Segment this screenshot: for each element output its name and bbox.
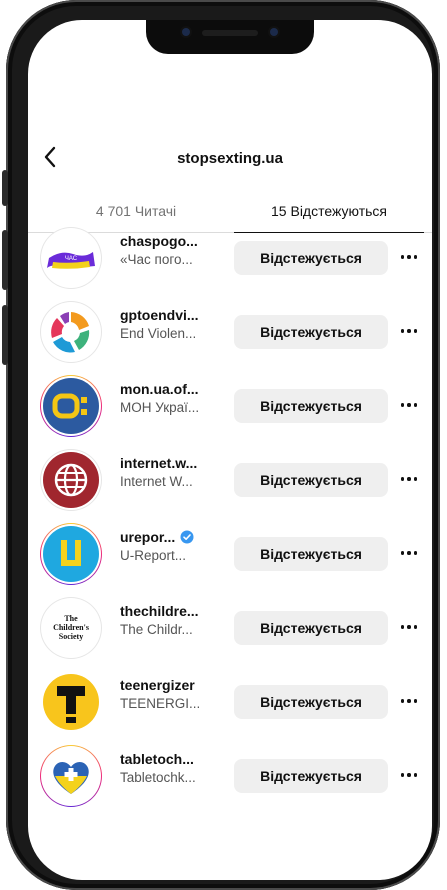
avatar[interactable]: ЧАС bbox=[40, 227, 102, 289]
camera-icon bbox=[182, 28, 190, 36]
avatar[interactable] bbox=[40, 745, 102, 807]
username-link[interactable]: internet.w... bbox=[120, 455, 230, 471]
more-options-button[interactable] bbox=[396, 469, 422, 489]
list-item: The Children's Society thechildre... The… bbox=[28, 591, 432, 665]
ellipsis-icon bbox=[400, 477, 405, 481]
more-options-button[interactable] bbox=[396, 691, 422, 711]
avatar[interactable]: The Children's Society bbox=[40, 597, 102, 659]
username-link[interactable]: mon.ua.of... bbox=[120, 381, 230, 397]
full-name: МОН Украї... bbox=[120, 400, 200, 415]
sensor-icon bbox=[270, 28, 278, 36]
mon-logo-icon bbox=[43, 378, 99, 434]
following-button[interactable]: Відстежується bbox=[234, 685, 388, 719]
end-violence-logo-icon bbox=[43, 304, 99, 360]
list-item: ЧАС chaspogo... «Час пого... Відстежуєть… bbox=[28, 221, 432, 295]
following-button[interactable]: Відстежується bbox=[234, 389, 388, 423]
full-name: Tabletochk... bbox=[120, 770, 196, 785]
screen: stopsexting.ua 4 701 Читачі 15 Відстежую… bbox=[28, 20, 432, 880]
avatar[interactable] bbox=[40, 301, 102, 363]
logo-line-society: Society bbox=[59, 632, 83, 641]
more-options-button[interactable] bbox=[396, 765, 422, 785]
chas-pogovoryty-logo-icon: ЧАС bbox=[43, 230, 99, 286]
following-list: ЧАС chaspogo... «Час пого... Відстежуєть… bbox=[28, 227, 432, 833]
avatar[interactable] bbox=[40, 449, 102, 511]
list-item: tabletoch... Tabletochk... Відстежується bbox=[28, 739, 432, 813]
header: stopsexting.ua bbox=[28, 140, 432, 180]
ellipsis-icon bbox=[400, 625, 405, 629]
full-name: Internet W... bbox=[120, 474, 193, 489]
following-button[interactable]: Відстежується bbox=[234, 463, 388, 497]
username: thechildre... bbox=[120, 603, 199, 619]
more-options-button[interactable] bbox=[396, 321, 422, 341]
avatar[interactable] bbox=[40, 375, 102, 437]
username-link[interactable]: chaspogo... bbox=[120, 233, 230, 249]
full-name: The Childr... bbox=[120, 622, 193, 637]
list-item: gptoendvi... End Violen... Відстежується bbox=[28, 295, 432, 369]
following-button[interactable]: Відстежується bbox=[234, 759, 388, 793]
side-button bbox=[2, 305, 8, 365]
notch bbox=[146, 20, 314, 54]
username: gptoendvi... bbox=[120, 307, 199, 323]
page-title: stopsexting.ua bbox=[177, 150, 283, 167]
side-button bbox=[2, 170, 8, 206]
list-item: internet.w... Internet W... Відстежуєтьс… bbox=[28, 443, 432, 517]
following-button[interactable]: Відстежується bbox=[234, 611, 388, 645]
logo-line-childrens: Children's bbox=[53, 623, 89, 632]
ellipsis-icon bbox=[400, 255, 405, 259]
username: mon.ua.of... bbox=[120, 381, 199, 397]
more-options-button[interactable] bbox=[396, 543, 422, 563]
username: urepor... bbox=[120, 529, 176, 545]
following-button[interactable]: Відстежується bbox=[234, 537, 388, 571]
more-options-button[interactable] bbox=[396, 395, 422, 415]
more-options-button[interactable] bbox=[396, 617, 422, 637]
ellipsis-icon bbox=[400, 403, 405, 407]
username: chaspogo... bbox=[120, 233, 198, 249]
ellipsis-icon bbox=[400, 551, 405, 555]
tabletochki-logo-icon bbox=[43, 748, 99, 804]
childrens-society-logo-icon: The Children's Society bbox=[43, 600, 99, 656]
full-name: «Час пого... bbox=[120, 252, 193, 267]
following-button[interactable]: Відстежується bbox=[234, 315, 388, 349]
speaker bbox=[202, 30, 258, 36]
avatar[interactable] bbox=[40, 523, 102, 585]
list-item: mon.ua.of... МОН Украї... Відстежується bbox=[28, 369, 432, 443]
username-link[interactable]: gptoendvi... bbox=[120, 307, 230, 323]
more-options-button[interactable] bbox=[396, 247, 422, 267]
full-name: U-Report... bbox=[120, 548, 187, 563]
globe-logo-icon bbox=[43, 452, 99, 508]
phone-frame: stopsexting.ua 4 701 Читачі 15 Відстежую… bbox=[2, 0, 440, 890]
username: internet.w... bbox=[120, 455, 198, 471]
ellipsis-icon bbox=[400, 773, 405, 777]
side-button bbox=[2, 230, 8, 290]
ellipsis-icon bbox=[400, 699, 405, 703]
ellipsis-icon bbox=[400, 329, 405, 333]
username: tabletoch... bbox=[120, 751, 194, 767]
verified-badge-icon bbox=[180, 530, 194, 544]
list-item: teenergizer TEENERGI... Відстежується bbox=[28, 665, 432, 739]
logo-line-the: The bbox=[64, 614, 78, 623]
list-item: urepor... U-Report... Відстежується bbox=[28, 517, 432, 591]
username-link[interactable]: thechildre... bbox=[120, 603, 230, 619]
username-link[interactable]: tabletoch... bbox=[120, 751, 230, 767]
full-name: TEENERGI... bbox=[120, 696, 201, 711]
svg-text:ЧАС: ЧАС bbox=[65, 256, 78, 262]
avatar[interactable] bbox=[40, 671, 102, 733]
ureport-logo-icon bbox=[43, 526, 99, 582]
username-link[interactable]: urepor... bbox=[120, 529, 230, 545]
full-name: End Violen... bbox=[120, 326, 197, 341]
teenergizer-logo-icon bbox=[43, 674, 99, 730]
following-button[interactable]: Відстежується bbox=[234, 241, 388, 275]
username: teenergizer bbox=[120, 677, 195, 693]
username-link[interactable]: teenergizer bbox=[120, 677, 230, 693]
